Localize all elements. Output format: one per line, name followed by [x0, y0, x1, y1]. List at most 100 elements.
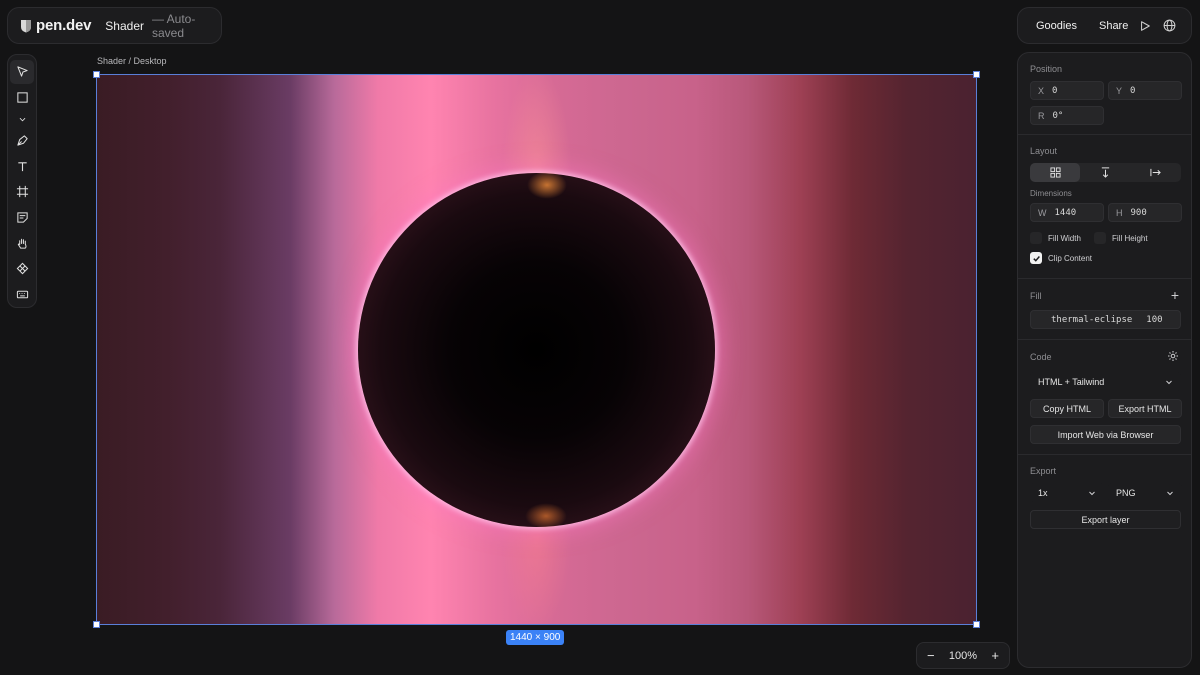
- horizontal-stack-icon: [1150, 168, 1162, 177]
- fill-width-checkbox[interactable]: Fill Width: [1030, 232, 1081, 244]
- fill-height-box[interactable]: [1094, 232, 1106, 244]
- code-format-select[interactable]: HTML + Tailwind: [1030, 372, 1181, 391]
- add-fill-icon[interactable]: +: [1171, 287, 1179, 303]
- frame-icon: [16, 186, 28, 198]
- export-scale-select[interactable]: 1x: [1030, 483, 1104, 502]
- resize-handle-bottom-right[interactable]: [973, 621, 980, 628]
- top-actions: Goodies Share: [1017, 7, 1192, 44]
- divider: [1018, 278, 1191, 279]
- x-value: 0: [1052, 85, 1058, 96]
- fill-width-box[interactable]: [1030, 232, 1042, 244]
- hand-icon: [17, 238, 26, 249]
- layout-mode-toggle: [1030, 163, 1181, 182]
- bottom-flare: [525, 503, 567, 529]
- divider: [1018, 134, 1191, 135]
- export-format-value: PNG: [1116, 487, 1136, 498]
- logo-text: pen.dev: [36, 17, 92, 34]
- resize-handle-top-right[interactable]: [973, 71, 980, 78]
- text-tool[interactable]: [10, 155, 34, 179]
- zoom-level[interactable]: 100%: [949, 650, 977, 662]
- toolbar: [7, 54, 37, 308]
- fill-height-checkbox[interactable]: Fill Height: [1094, 232, 1148, 244]
- select-tool[interactable]: [10, 60, 34, 84]
- pen-tool[interactable]: [10, 129, 34, 153]
- clip-content-label: Clip Content: [1048, 253, 1093, 263]
- cursor-icon: [16, 66, 28, 77]
- w-value: 1440: [1054, 207, 1077, 218]
- logo[interactable]: pen.dev: [20, 17, 91, 34]
- export-html-button[interactable]: Export HTML: [1108, 399, 1182, 418]
- checkmark-icon: [1032, 255, 1040, 262]
- fill-shader-name: thermal-eclipse: [1051, 314, 1133, 325]
- x-label: X: [1038, 85, 1045, 96]
- rotation-field[interactable]: R 0°: [1030, 106, 1104, 125]
- width-field[interactable]: W 1440: [1030, 203, 1104, 222]
- rectangle-tool[interactable]: [10, 86, 34, 110]
- keyboard-tool[interactable]: [10, 282, 34, 306]
- hand-tool[interactable]: [10, 231, 34, 255]
- layout-horizontal-option[interactable]: [1131, 163, 1181, 182]
- export-format-select[interactable]: PNG: [1108, 483, 1182, 502]
- fill-height-label: Fill Height: [1112, 233, 1148, 243]
- chevron-down-icon: [1167, 491, 1173, 495]
- layout-title: Layout: [1030, 146, 1058, 156]
- h-value: 900: [1130, 207, 1147, 218]
- brand-bar: pen.dev Shader — Auto-saved: [7, 7, 222, 44]
- fill-title: Fill: [1030, 291, 1042, 301]
- y-label: Y: [1116, 85, 1123, 96]
- component-tool[interactable]: [10, 257, 34, 281]
- resize-handle-bottom-left[interactable]: [93, 621, 100, 628]
- eclipse-disc: [358, 173, 715, 527]
- save-status: — Auto-saved: [152, 11, 196, 40]
- globe-icon[interactable]: [1162, 19, 1176, 33]
- chevron-down-icon: [19, 117, 25, 121]
- height-field[interactable]: H 900: [1108, 203, 1182, 222]
- layout-freeform-option[interactable]: [1030, 163, 1081, 182]
- note-tool[interactable]: [10, 206, 34, 230]
- play-icon[interactable]: [1138, 19, 1152, 33]
- x-field[interactable]: X 0: [1030, 81, 1104, 100]
- zoom-control: − 100% +: [916, 642, 1010, 669]
- import-web-button[interactable]: Import Web via Browser: [1030, 425, 1181, 444]
- grid-layout-icon: [1050, 167, 1061, 178]
- fill-shader-field[interactable]: thermal-eclipse 100: [1030, 310, 1181, 329]
- component-icon: [16, 262, 28, 275]
- file-name[interactable]: Shader: [105, 19, 144, 33]
- chevron-down-icon: [1089, 491, 1095, 495]
- properties-panel: Position X 0 Y 0 R 0° Layout Dimensions …: [1017, 52, 1192, 668]
- frame-breadcrumb[interactable]: Shader / Desktop: [97, 56, 167, 66]
- zoom-in-button[interactable]: +: [991, 648, 999, 663]
- h-label: H: [1116, 207, 1123, 218]
- fill-opacity[interactable]: 100: [1146, 315, 1162, 325]
- shader-frame[interactable]: [96, 74, 977, 625]
- layout-vertical-option[interactable]: [1080, 163, 1130, 182]
- copy-html-button[interactable]: Copy HTML: [1030, 399, 1104, 418]
- goodies-button[interactable]: Goodies: [1036, 20, 1077, 32]
- gear-icon[interactable]: [1167, 350, 1179, 362]
- pen-icon: [16, 135, 28, 146]
- w-label: W: [1038, 207, 1047, 218]
- y-field[interactable]: Y 0: [1108, 81, 1182, 100]
- share-button[interactable]: Share: [1099, 20, 1128, 32]
- keyboard-icon: [16, 290, 28, 299]
- divider: [1018, 339, 1191, 340]
- rectangle-icon: [16, 92, 28, 103]
- divider: [1018, 454, 1191, 455]
- zoom-out-button[interactable]: −: [927, 648, 935, 663]
- export-title: Export: [1030, 466, 1057, 476]
- clip-content-checkbox[interactable]: Clip Content: [1030, 252, 1092, 264]
- shape-dropdown[interactable]: [10, 111, 34, 127]
- code-title: Code: [1030, 352, 1052, 362]
- dimensions-badge: 1440 × 900: [506, 630, 565, 645]
- position-title: Position: [1030, 64, 1063, 74]
- clip-content-box[interactable]: [1030, 252, 1042, 264]
- chevron-down-icon: [1166, 380, 1172, 384]
- dimensions-title: Dimensions: [1030, 189, 1072, 198]
- frame-tool[interactable]: [10, 180, 34, 204]
- r-value: 0°: [1052, 110, 1064, 121]
- export-layer-button[interactable]: Export layer: [1030, 510, 1181, 529]
- vertical-stack-icon: [1101, 167, 1110, 178]
- y-value: 0: [1130, 85, 1136, 96]
- resize-handle-top-left[interactable]: [93, 71, 100, 78]
- sticky-note-icon: [16, 212, 28, 223]
